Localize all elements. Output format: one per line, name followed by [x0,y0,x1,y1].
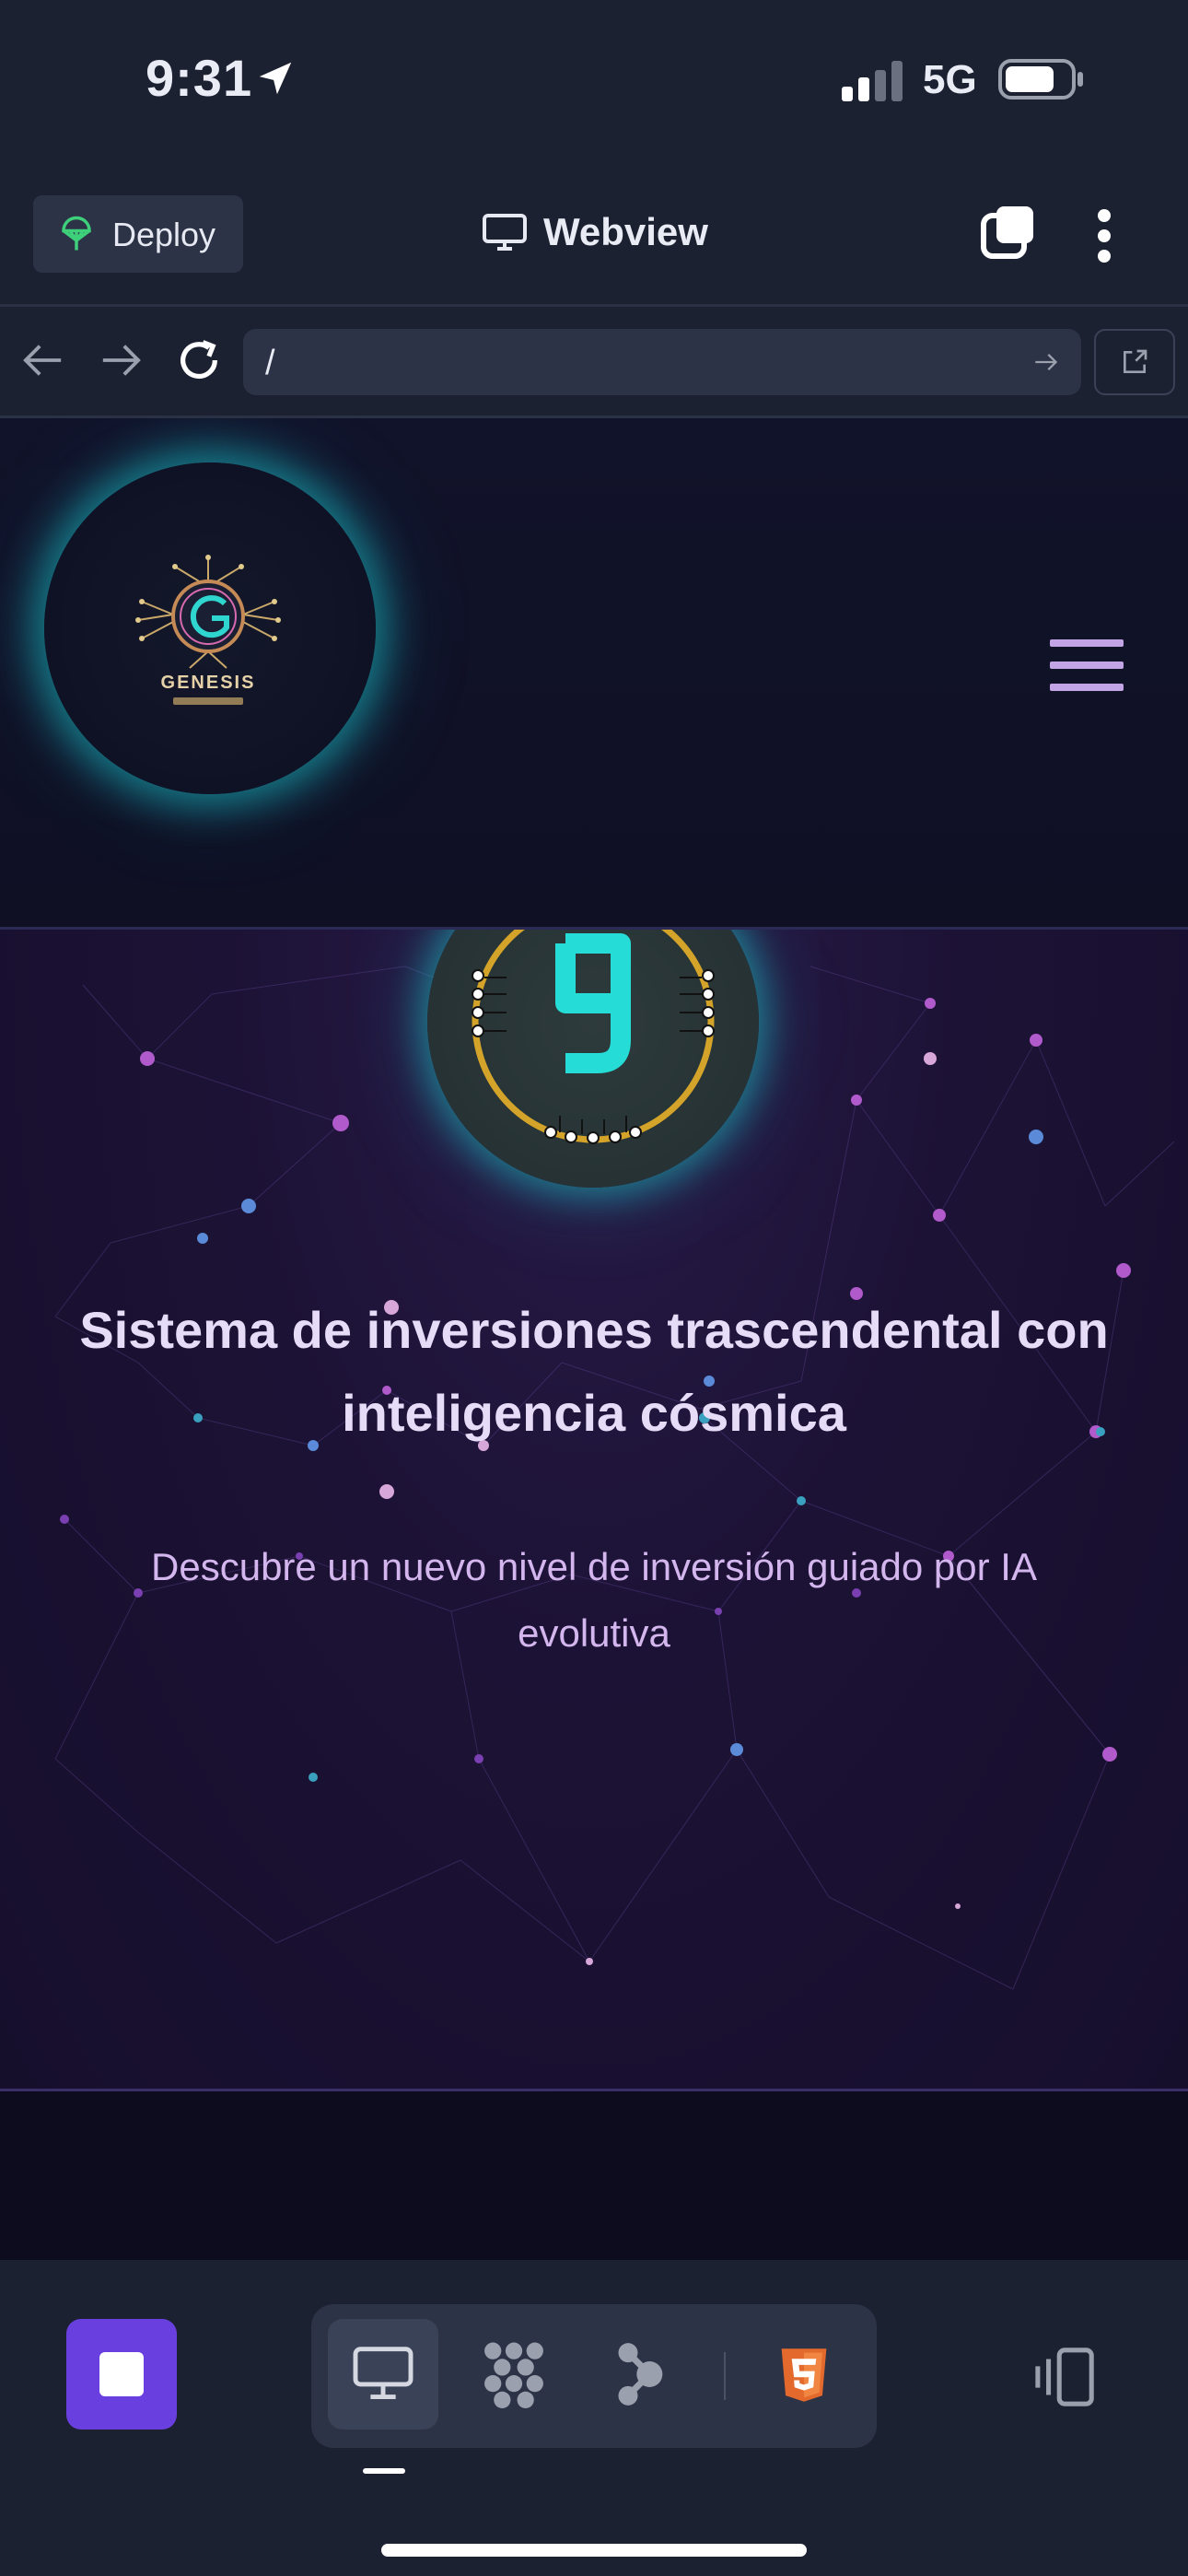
html5-icon [781,2348,827,2402]
status-bar: 9:31 5G [0,0,1188,175]
grid-dots-icon [484,2342,543,2408]
tab-html[interactable] [750,2319,860,2430]
tab-webview[interactable] [328,2319,438,2430]
hero-subtitle: Descubre un nuevo nivel de inversión gui… [151,1545,1037,1655]
url-input[interactable]: / [243,329,1081,395]
site-logo[interactable]: GENESIS [44,463,376,794]
battery-icon [998,59,1083,100]
status-time: 9:31 [146,49,253,107]
stop-icon [99,2352,144,2396]
deploy-button[interactable]: Deploy [33,195,243,273]
app-toolbar: Deploy Webview [0,175,1188,307]
hamburger-menu-icon[interactable] [1050,639,1124,698]
stop-button[interactable] [66,2319,177,2430]
url-text: / [265,344,275,382]
view-switcher [311,2304,877,2448]
genesis-logo-icon: GENESIS [135,555,281,705]
home-indicator[interactable] [381,2544,807,2557]
monitor-icon [483,214,527,251]
network-type: 5G [923,57,977,102]
open-external-icon [1124,349,1147,373]
webview-content: GENESIS Sistema de inversiones trascende… [0,418,1188,2260]
tab-grid[interactable] [459,2319,569,2430]
monitor-icon [353,2347,413,2399]
forward-arrow-icon[interactable] [99,342,142,379]
page-footer-area [0,2091,1188,2260]
cellular-signal-icon [842,61,903,101]
logo-text: GENESIS [161,673,256,693]
hero-badge [427,930,759,1188]
toolbar-title: Webview [543,210,708,253]
reload-icon[interactable] [175,336,223,384]
devices-icon[interactable] [1033,2345,1100,2409]
go-arrow-icon[interactable] [1033,351,1059,373]
location-arrow-icon [259,62,292,95]
site-header: GENESIS [0,418,1188,930]
segment-divider [724,2352,726,2400]
bottom-bar [0,2260,1188,2576]
open-external-button[interactable] [1094,329,1175,395]
more-vertical-icon[interactable] [1090,208,1118,263]
hero-section: Sistema de inversiones trascendental con… [0,930,1188,2091]
back-arrow-icon[interactable] [22,342,64,379]
tab-flow[interactable] [588,2319,698,2430]
deploy-label: Deploy [112,216,216,253]
url-bar: / [0,307,1188,418]
hero-title: Sistema de inversiones trascendental con… [79,1301,1109,1442]
tabs-icon[interactable] [980,205,1037,262]
deploy-icon [62,216,91,251]
flow-icon [618,2343,663,2406]
active-tab-indicator [363,2468,405,2474]
genesis-badge-icon [472,930,715,1144]
